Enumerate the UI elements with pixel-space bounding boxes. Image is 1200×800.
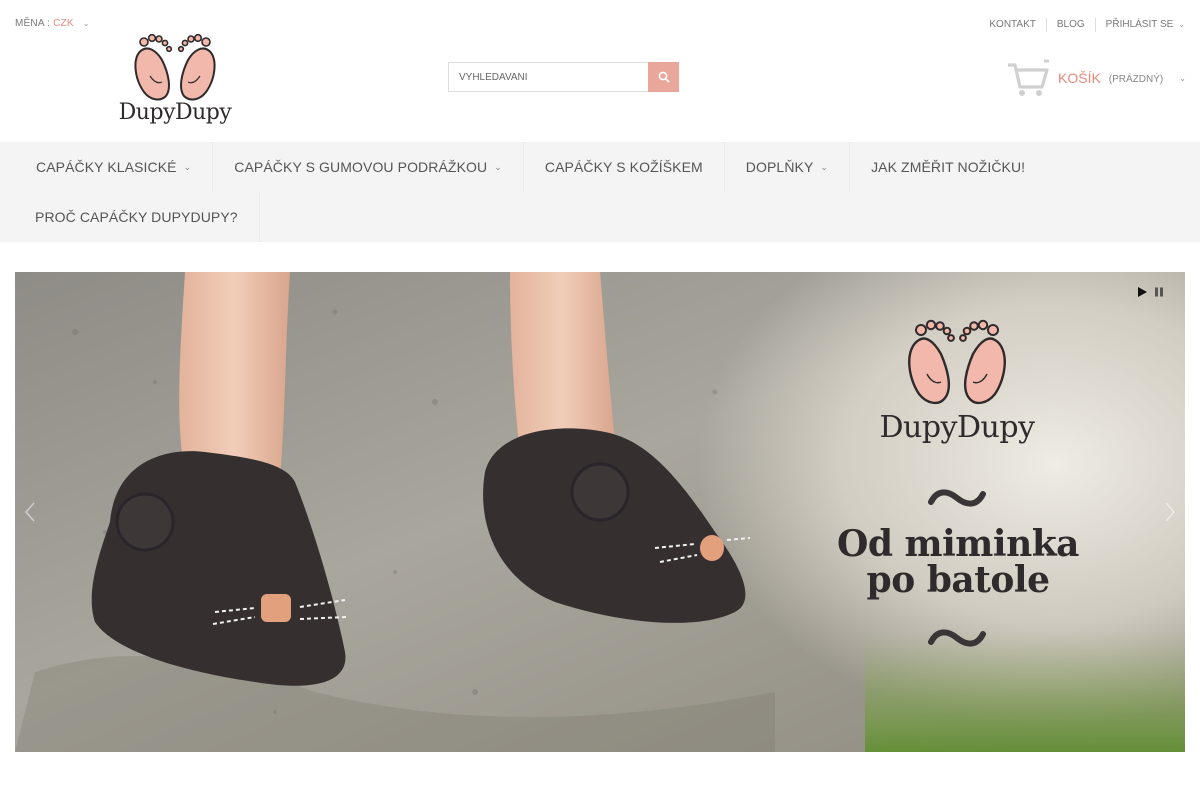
cart-button[interactable]: KOŠÍK (PRÁZDNÝ) ⌄	[1006, 58, 1186, 98]
slide-brand-text: DupyDupy	[879, 410, 1035, 445]
blog-link[interactable]: BLOG	[1045, 18, 1095, 32]
nav-label: PROČ CAPÁČKY DUPYDUPY?	[35, 209, 238, 225]
slider-prev-arrow-icon[interactable]	[23, 501, 37, 523]
main-nav: CAPÁČKY KLASICKÉ ⌄ CAPÁČKY S GUMOVOU PODR…	[0, 142, 1200, 242]
cart-state: (PRÁZDNÝ)	[1108, 74, 1164, 85]
nav-label: CAPÁČKY S KOŽÍŠKEM	[544, 159, 703, 175]
currency-selector[interactable]: MĚNA : CZK ⌄	[15, 18, 90, 29]
nav-label: CAPÁČKY S GUMOVOU PODRÁŽKOU	[234, 159, 488, 175]
nav-item-rubber-sole[interactable]: CAPÁČKY S GUMOVOU PODRÁŽKOU ⌄	[213, 142, 524, 192]
slider-next-arrow-icon[interactable]	[1163, 501, 1177, 523]
logo-text: DupyDupy	[118, 100, 232, 125]
cart-label: KOŠÍK	[1058, 70, 1101, 86]
chevron-down-icon[interactable]: ⌄	[1179, 74, 1186, 83]
chevron-down-icon: ⌄	[183, 161, 192, 172]
nav-item-accessories[interactable]: DOPLŇKY ⌄	[725, 142, 851, 192]
nav-label: JAK ZMĚŘIT NOŽIČKU!	[871, 159, 1026, 175]
currency-label: MĚNA :	[15, 18, 51, 29]
nav-item-fur[interactable]: CAPÁČKY S KOŽÍŠKEM	[524, 142, 725, 192]
contact-link[interactable]: KONTAKT	[979, 18, 1045, 32]
nav-label: DOPLŇKY	[745, 159, 814, 175]
tagline-line-2: po batole	[866, 559, 1050, 601]
chevron-down-icon[interactable]: ⌄	[83, 19, 90, 28]
hero-slider[interactable]: DupyDupy Od miminka po batole	[15, 272, 1185, 752]
search-icon	[658, 71, 670, 83]
cart-icon	[1008, 59, 1049, 96]
login-label: PŘIHLÁSIT SE	[1105, 19, 1174, 30]
chevron-down-icon: ⌄	[820, 161, 829, 172]
nav-label: CAPÁČKY KLASICKÉ	[36, 159, 177, 175]
search-input[interactable]	[448, 62, 648, 92]
top-links: KONTAKT BLOG PŘIHLÁSIT SE ⌄	[979, 18, 1185, 32]
nav-item-classic[interactable]: CAPÁČKY KLASICKÉ ⌄	[0, 142, 214, 192]
search-bar	[448, 62, 679, 92]
chevron-down-icon: ⌄	[1178, 20, 1185, 29]
slider-controls	[1136, 286, 1165, 298]
tilde-divider-icon	[928, 629, 986, 647]
tilde-divider-icon	[928, 489, 986, 507]
chevron-down-icon: ⌄	[494, 161, 502, 172]
play-icon[interactable]	[1136, 286, 1148, 298]
pause-icon[interactable]	[1153, 286, 1165, 298]
site-logo[interactable]: DupyDupy	[112, 30, 238, 134]
slide-tagline: Od miminka po batole	[833, 526, 1083, 598]
nav-item-measure[interactable]: JAK ZMĚŘIT NOŽIČKU!	[850, 142, 1046, 192]
tagline-line-1: Od miminka	[836, 523, 1080, 565]
nav-item-why[interactable]: PROČ CAPÁČKY DUPYDUPY?	[0, 192, 260, 242]
search-button[interactable]	[648, 62, 679, 92]
currency-value[interactable]: CZK	[53, 18, 74, 29]
login-link[interactable]: PŘIHLÁSIT SE ⌄	[1094, 18, 1185, 32]
